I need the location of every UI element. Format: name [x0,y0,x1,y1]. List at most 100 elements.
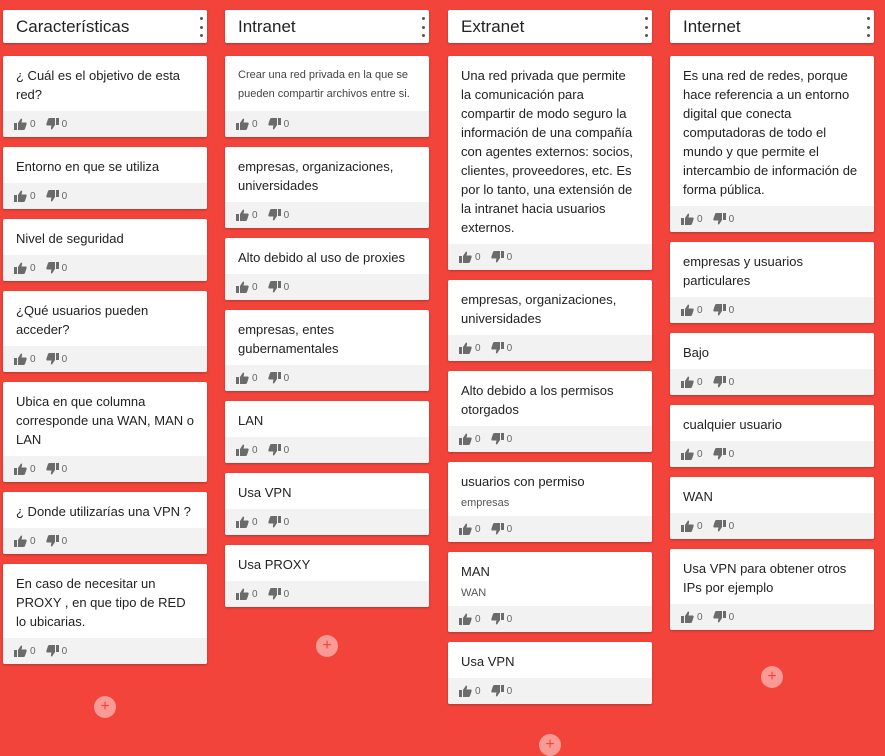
more-vertical-icon[interactable] [866,16,870,38]
post-card[interactable]: cualquier usuario 00 [670,405,874,467]
dislike-button[interactable]: 0 [712,611,734,623]
like-button[interactable]: 0 [14,353,36,365]
post-card[interactable]: LAN 00 [225,401,429,463]
post-card[interactable]: ¿ Donde utilizarías una VPN ? 00 [3,492,207,554]
dislike-button[interactable]: 0 [712,520,734,532]
post-card[interactable]: Usa VPN 00 [225,473,429,535]
dislike-button[interactable]: 0 [45,463,67,475]
like-button[interactable]: 0 [14,190,36,202]
post-card[interactable]: Entorno en que se utiliza 00 [3,147,207,209]
like-count: 0 [475,251,481,263]
dislike-button[interactable]: 0 [490,433,512,445]
post-card[interactable]: Nivel de seguridad 00 [3,219,207,281]
like-button[interactable]: 0 [236,372,258,384]
like-button[interactable]: 0 [236,209,258,221]
post-card[interactable]: empresas, organizaciones, universidades … [448,280,652,361]
thumbs-down-icon [45,645,59,657]
like-button[interactable]: 0 [236,516,258,528]
like-button[interactable]: 0 [459,523,481,535]
dislike-button[interactable]: 0 [712,448,734,460]
post-card[interactable]: Crear una red privada en la que se puede… [225,56,429,137]
post-card[interactable]: usuarios con permiso empresas 00 [448,462,652,542]
dislike-button[interactable]: 0 [490,613,512,625]
dislike-button[interactable]: 0 [712,304,734,316]
reactions-bar: 00 [448,606,652,632]
post-text: usuarios con permiso [461,474,585,489]
reactions-bar: 00 [3,183,207,209]
dislike-button[interactable]: 0 [267,372,289,384]
like-button[interactable]: 0 [14,262,36,274]
more-vertical-icon[interactable] [644,16,648,38]
dislike-button[interactable]: 0 [267,588,289,600]
post-card[interactable]: MAN WAN 00 [448,552,652,632]
post-card[interactable]: Alto debido a los permisos otorgados 00 [448,371,652,452]
add-post-button[interactable]: + [761,666,783,688]
dislike-button[interactable]: 0 [712,213,734,225]
like-button[interactable]: 0 [681,213,703,225]
post-card[interactable]: Alto debido al uso de proxies 00 [225,238,429,300]
post-text: ¿Qué usuarios pueden acceder? [16,303,149,337]
dislike-button[interactable]: 0 [267,516,290,528]
add-post-button[interactable]: + [94,696,116,718]
column-internet: Internet Es una red de redes, porque hac… [670,10,874,688]
like-button[interactable]: 0 [681,304,703,316]
add-post-button[interactable]: + [539,734,561,756]
like-button[interactable]: 0 [459,613,481,625]
like-button[interactable]: 0 [14,645,36,657]
like-button[interactable]: 0 [236,444,258,456]
like-count: 0 [30,262,36,274]
like-button[interactable]: 0 [14,535,36,547]
like-button[interactable]: 0 [236,588,258,600]
dislike-button[interactable]: 0 [45,535,67,547]
post-card[interactable]: Usa VPN para obtener otros IPs por ejemp… [670,549,874,630]
like-button[interactable]: 0 [236,118,258,130]
add-post-button[interactable]: + [316,635,338,657]
more-vertical-icon[interactable] [421,16,425,38]
post-card[interactable]: Una red privada que permite la comunicac… [448,56,652,270]
like-button[interactable]: 0 [14,463,36,475]
like-button[interactable]: 0 [236,281,258,293]
dislike-button[interactable]: 0 [490,251,512,263]
thumbs-down-icon [45,190,59,202]
dislike-button[interactable]: 0 [45,190,67,202]
like-button[interactable]: 0 [14,118,36,130]
like-button[interactable]: 0 [459,433,481,445]
post-card[interactable]: WAN 00 [670,477,874,539]
dislike-button[interactable]: 0 [45,262,67,274]
post-card[interactable]: Bajo 00 [670,333,874,395]
post-card[interactable]: En caso de necesitar un PROXY , en que t… [3,564,207,664]
reactions-bar: 00 [3,528,207,554]
like-button[interactable]: 0 [459,251,481,263]
post-card[interactable]: empresas, organizaciones, universidades … [225,147,429,228]
dislike-button[interactable]: 0 [267,118,289,130]
dislike-button[interactable]: 0 [267,209,289,221]
like-count: 0 [252,516,258,528]
dislike-count: 0 [283,516,290,528]
more-vertical-icon[interactable] [199,16,203,38]
dislike-button[interactable]: 0 [267,281,289,293]
like-button[interactable]: 0 [681,376,703,388]
post-card[interactable]: Ubica en que columna corresponde una WAN… [3,382,207,482]
post-card[interactable]: ¿ Cuál es el objetivo de esta red? 00 [3,56,207,137]
post-card[interactable]: empresas, entes gubernamentales 00 [225,310,429,391]
like-button[interactable]: 0 [681,520,703,532]
post-card[interactable]: Usa VPN 00 [448,642,652,704]
thumbs-up-icon [14,353,27,365]
dislike-button[interactable]: 0 [490,342,512,354]
dislike-button[interactable]: 0 [45,645,67,657]
dislike-button[interactable]: 0 [490,523,513,535]
dislike-button[interactable]: 0 [45,118,67,130]
like-button[interactable]: 0 [681,611,703,623]
dislike-button[interactable]: 0 [267,444,289,456]
post-card[interactable]: Es una red de redes, porque hace referen… [670,56,874,232]
post-card[interactable]: empresas y usuarios particulares 00 [670,242,874,323]
dislike-count: 0 [506,523,513,535]
dislike-button[interactable]: 0 [45,353,67,365]
like-button[interactable]: 0 [681,448,703,460]
like-button[interactable]: 0 [459,685,481,697]
dislike-button[interactable]: 0 [490,685,512,697]
dislike-button[interactable]: 0 [712,376,734,388]
post-card[interactable]: Usa PROXY 00 [225,545,429,607]
like-button[interactable]: 0 [459,342,481,354]
post-card[interactable]: ¿Qué usuarios pueden acceder? 00 [3,291,207,372]
